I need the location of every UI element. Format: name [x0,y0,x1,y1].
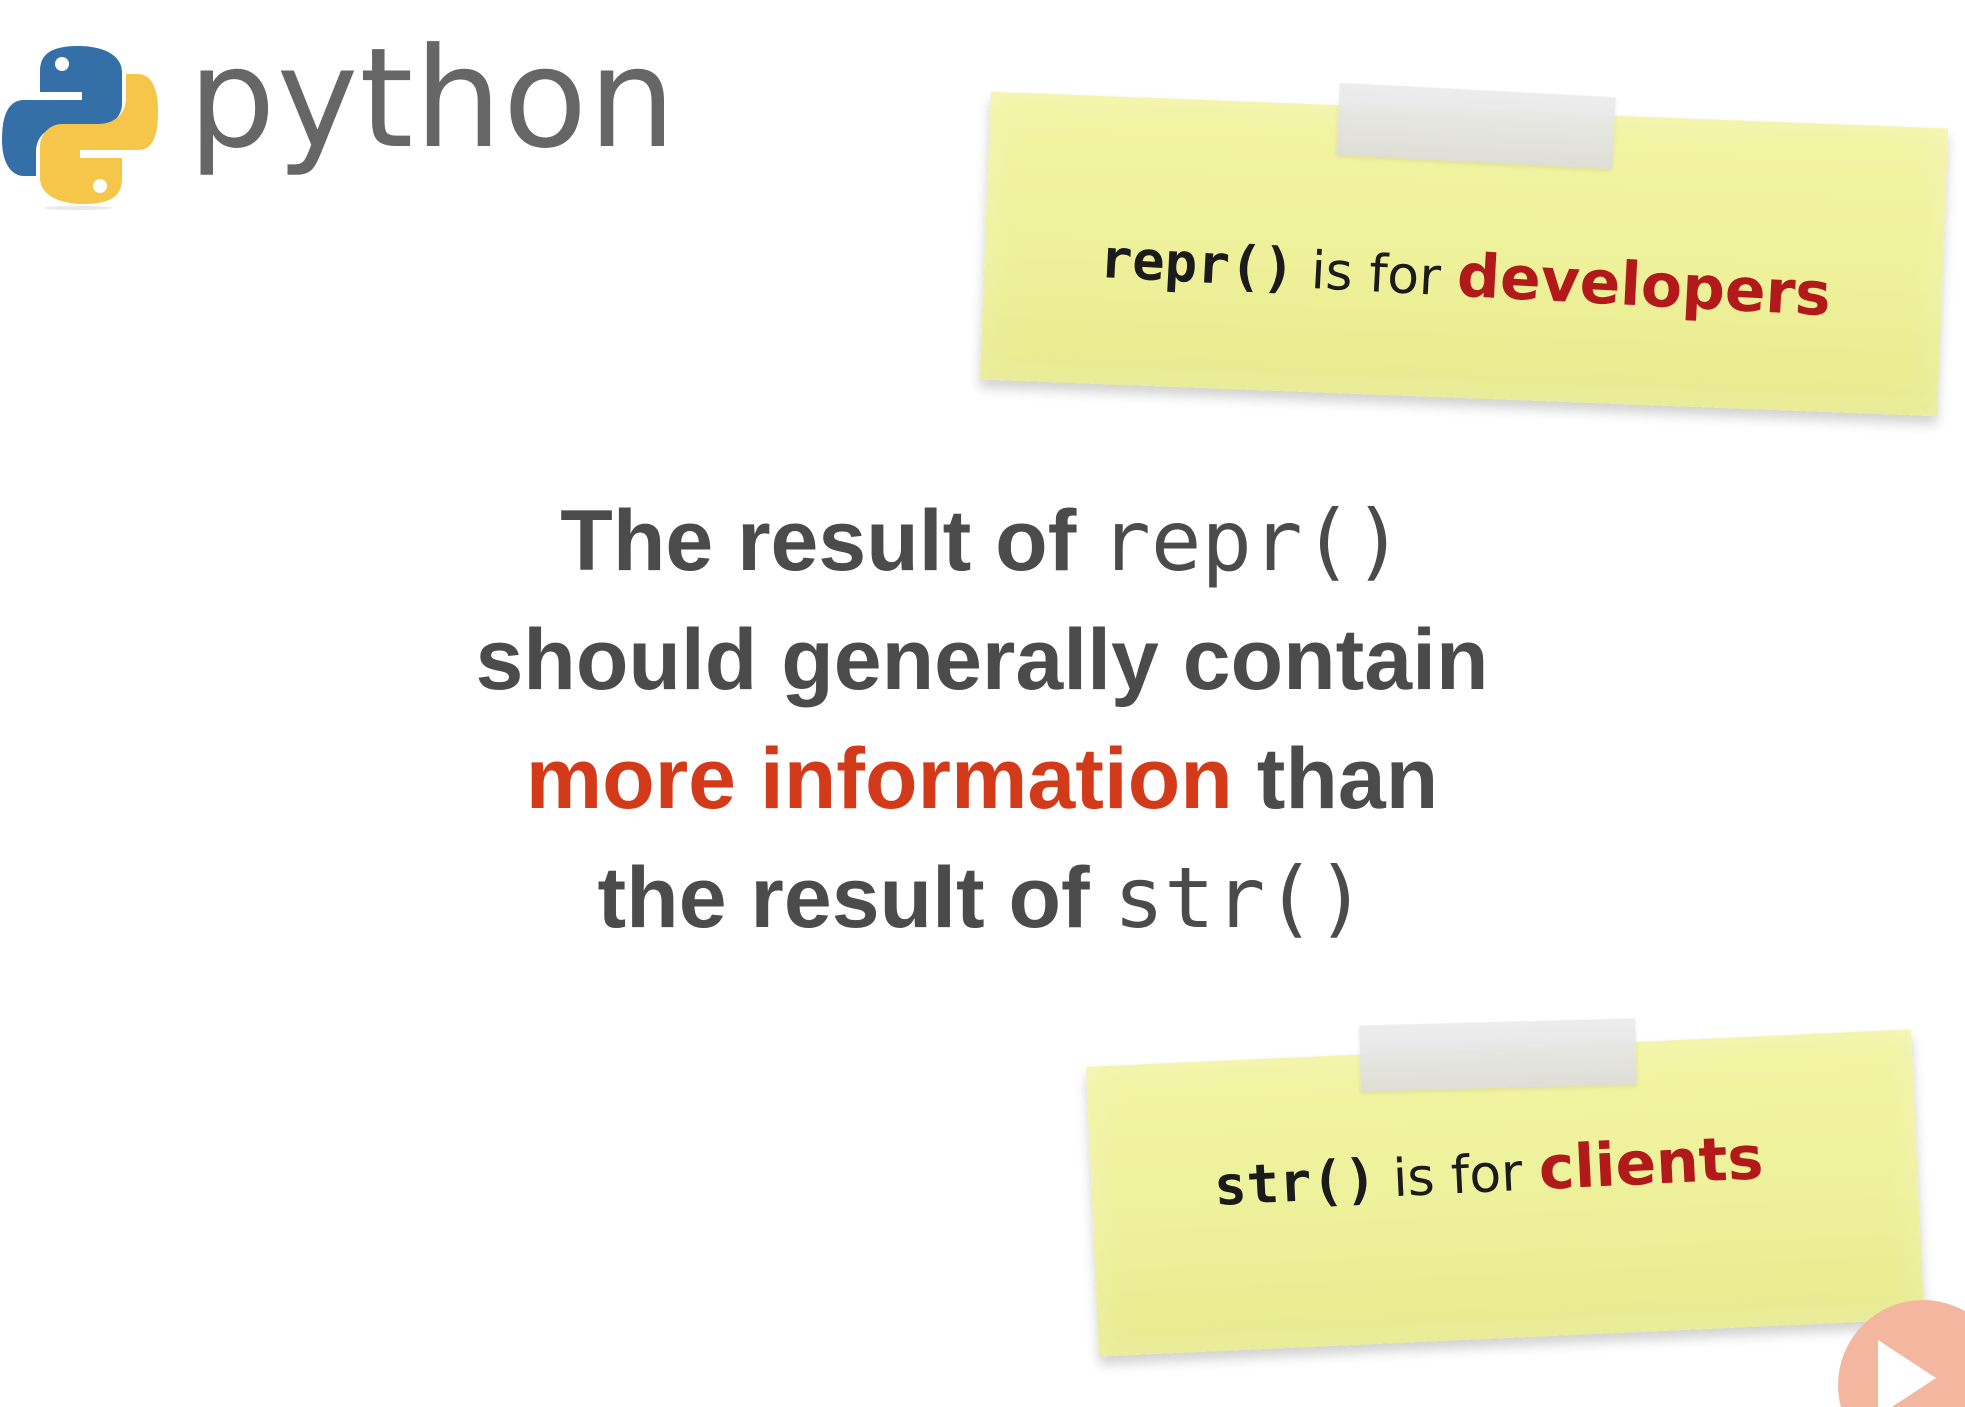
statement-line-1: The result of repr() [372,482,1592,601]
note-repr-middle: is for [1309,241,1443,308]
note-repr-code: repr() [1098,227,1297,301]
note-str-middle: is for [1391,1142,1524,1210]
python-logo-icon [2,46,158,210]
tape-strip [1359,1018,1637,1092]
statement-line-4-code: str() [1113,849,1367,947]
play-icon [1878,1340,1936,1407]
tape-strip [1336,82,1616,170]
statement-line-4: the result of str() [372,839,1592,958]
statement-line-4-prefix: the result of [597,850,1090,946]
statement-line-3: more information than [372,720,1592,839]
statement-line-3-suffix: than [1256,731,1439,827]
slide: python repr() is for developers The resu… [0,0,1965,1407]
statement-line-2: should generally contain [475,612,1489,708]
statement-accent: more information [525,731,1233,827]
statement-line-1-prefix: The result of [560,493,1077,589]
note-str-code: str() [1212,1147,1378,1218]
statement-line-1-code: repr() [1100,492,1404,590]
main-statement: The result of repr() should generally co… [372,482,1592,958]
python-wordmark: python [188,18,677,179]
note-str-emphasis: clients [1537,1123,1765,1205]
